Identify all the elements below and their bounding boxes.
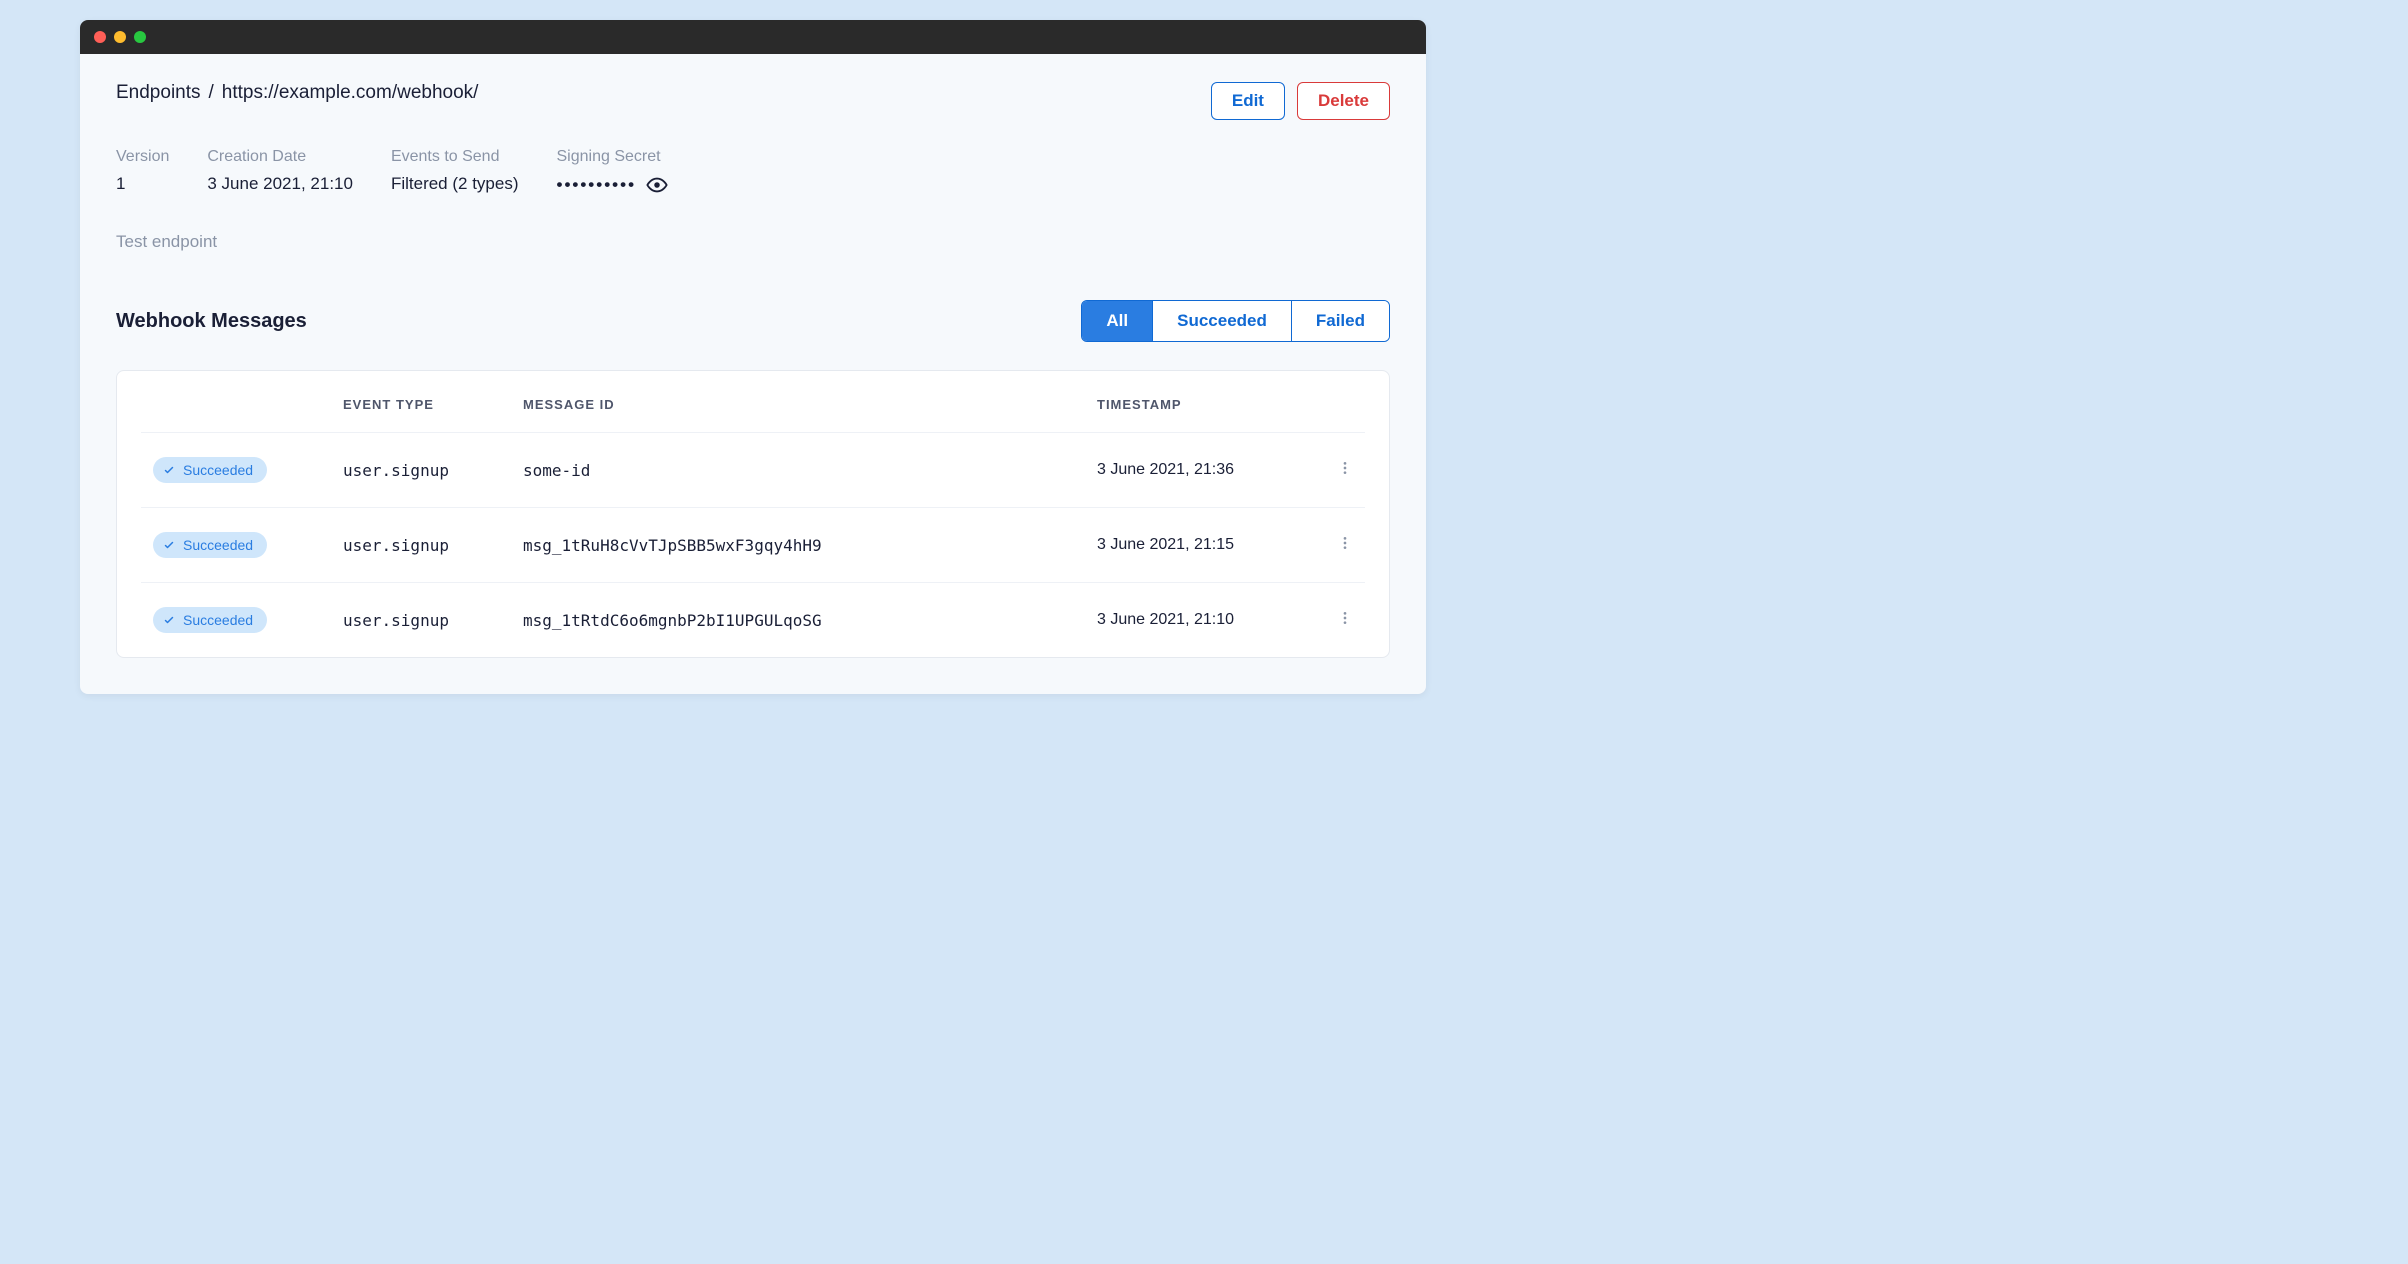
titlebar <box>80 20 1426 54</box>
meta-events: Events to Send Filtered (2 types) <box>391 148 519 196</box>
page-content: Endpoints / https://example.com/webhook/… <box>80 54 1426 694</box>
endpoint-meta: Version 1 Creation Date 3 June 2021, 21:… <box>116 148 1390 196</box>
message-id-cell: msg_1tRuH8cVvTJpSBB5wxF3gqy4hH9 <box>511 508 1085 583</box>
meta-version-value: 1 <box>116 174 169 194</box>
table-row[interactable]: Succeeded user.signup msg_1tRtdC6o6mgnbP… <box>141 583 1365 658</box>
status-badge: Succeeded <box>153 532 267 558</box>
col-timestamp: TIMESTAMP <box>1085 371 1315 433</box>
meta-secret-label: Signing Secret <box>557 148 669 166</box>
meta-creation-label: Creation Date <box>207 148 353 166</box>
table-row[interactable]: Succeeded user.signup msg_1tRuH8cVvTJpSB… <box>141 508 1365 583</box>
edit-button[interactable]: Edit <box>1211 82 1285 120</box>
status-badge: Succeeded <box>153 607 267 633</box>
status-badge: Succeeded <box>153 457 267 483</box>
meta-creation-value: 3 June 2021, 21:10 <box>207 174 353 194</box>
window-minimize-icon[interactable] <box>114 31 126 43</box>
breadcrumb-current: https://example.com/webhook/ <box>222 82 479 104</box>
meta-signing-secret: Signing Secret •••••••••• <box>557 148 669 196</box>
messages-table: EVENT TYPE MESSAGE ID TIMESTAMP Succeede… <box>141 371 1365 657</box>
col-message-id: MESSAGE ID <box>511 371 1085 433</box>
meta-version-label: Version <box>116 148 169 166</box>
breadcrumb-root[interactable]: Endpoints <box>116 82 201 104</box>
window-maximize-icon[interactable] <box>134 31 146 43</box>
row-menu-button[interactable] <box>1337 460 1353 476</box>
row-menu-button[interactable] <box>1337 535 1353 551</box>
meta-creation-date: Creation Date 3 June 2021, 21:10 <box>207 148 353 196</box>
header-actions: Edit Delete <box>1211 82 1390 120</box>
check-icon <box>163 539 175 551</box>
window-close-icon[interactable] <box>94 31 106 43</box>
meta-secret-value: •••••••••• <box>557 174 669 196</box>
status-text: Succeeded <box>183 462 253 478</box>
timestamp-cell: 3 June 2021, 21:36 <box>1085 433 1315 508</box>
test-endpoint-link[interactable]: Test endpoint <box>116 232 1390 252</box>
breadcrumb-separator: / <box>209 82 214 104</box>
app-window: Endpoints / https://example.com/webhook/… <box>80 20 1426 694</box>
secret-masked: •••••••••• <box>557 175 637 195</box>
col-actions <box>1315 371 1365 433</box>
message-id-cell: some-id <box>511 433 1085 508</box>
section-title: Webhook Messages <box>116 310 307 333</box>
timestamp-cell: 3 June 2021, 21:10 <box>1085 583 1315 658</box>
col-event-type: EVENT TYPE <box>331 371 511 433</box>
message-id-cell: msg_1tRtdC6o6mgnbP2bI1UPGULqoSG <box>511 583 1085 658</box>
meta-events-value: Filtered (2 types) <box>391 174 519 194</box>
table-row[interactable]: Succeeded user.signup some-id 3 June 202… <box>141 433 1365 508</box>
table-header-row: EVENT TYPE MESSAGE ID TIMESTAMP <box>141 371 1365 433</box>
status-filter-group: All Succeeded Failed <box>1081 300 1390 342</box>
delete-button[interactable]: Delete <box>1297 82 1390 120</box>
messages-section-header: Webhook Messages All Succeeded Failed <box>116 300 1390 342</box>
status-text: Succeeded <box>183 537 253 553</box>
col-status <box>141 371 331 433</box>
reveal-secret-icon[interactable] <box>646 174 668 196</box>
breadcrumb: Endpoints / https://example.com/webhook/ <box>116 82 478 104</box>
check-icon <box>163 464 175 476</box>
timestamp-cell: 3 June 2021, 21:15 <box>1085 508 1315 583</box>
page-header: Endpoints / https://example.com/webhook/… <box>116 82 1390 120</box>
meta-events-label: Events to Send <box>391 148 519 166</box>
filter-all[interactable]: All <box>1082 301 1152 341</box>
row-menu-button[interactable] <box>1337 610 1353 626</box>
filter-failed[interactable]: Failed <box>1291 301 1389 341</box>
messages-table-card: EVENT TYPE MESSAGE ID TIMESTAMP Succeede… <box>116 370 1390 658</box>
status-text: Succeeded <box>183 612 253 628</box>
event-type-cell: user.signup <box>331 508 511 583</box>
event-type-cell: user.signup <box>331 583 511 658</box>
filter-succeeded[interactable]: Succeeded <box>1152 301 1291 341</box>
meta-version: Version 1 <box>116 148 169 196</box>
check-icon <box>163 614 175 626</box>
event-type-cell: user.signup <box>331 433 511 508</box>
